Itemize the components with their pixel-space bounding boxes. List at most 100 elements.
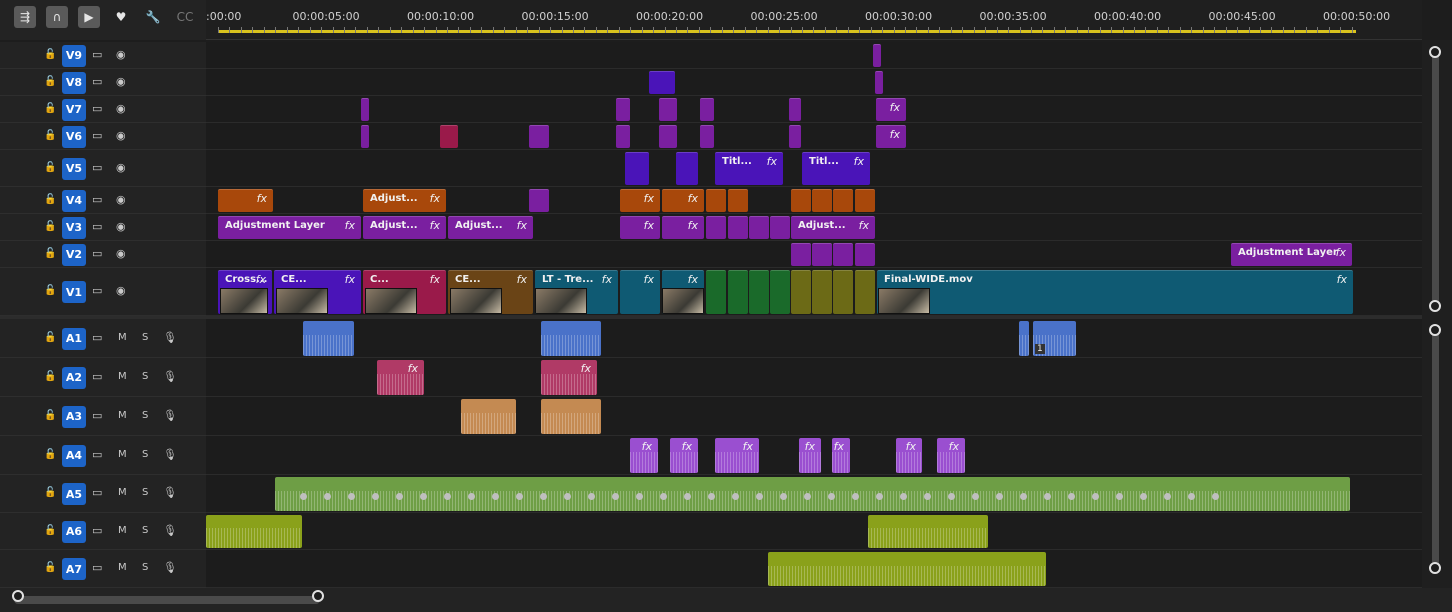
work-area-bar[interactable]	[218, 30, 1356, 33]
lock-icon[interactable]: 🔓	[44, 162, 56, 173]
timeline-clip[interactable]	[770, 270, 790, 314]
timeline-clip[interactable]: CE... fx	[448, 270, 533, 314]
volume-keyframe[interactable]	[828, 493, 835, 500]
volume-keyframe[interactable]	[660, 493, 667, 500]
timeline-clip[interactable]	[303, 321, 354, 356]
track-header-a1[interactable]: 🔓 A1 ▭ M S 🎙	[0, 319, 206, 358]
zoom-handle-left[interactable]	[12, 590, 24, 602]
timeline-clip[interactable]	[768, 552, 1046, 586]
timeline-clip[interactable]: fx	[896, 438, 922, 473]
volume-keyframe[interactable]	[780, 493, 787, 500]
track-lane-a1[interactable]	[206, 319, 1422, 358]
timeline-clip[interactable]: LT - Tre... fx	[535, 270, 618, 314]
track-target-a2[interactable]: A2	[62, 366, 86, 389]
track-header-v9[interactable]: 🔓 V9 ▭ ◉	[0, 42, 206, 69]
timeline-clip[interactable]	[700, 98, 714, 121]
track-target-a7[interactable]: A7	[62, 558, 86, 580]
track-header-v1[interactable]: 🔓 V1 ▭ ◉	[0, 268, 206, 316]
video-scroll-thumb[interactable]	[1432, 46, 1439, 308]
timeline-clip[interactable]	[812, 243, 832, 266]
timeline-clip[interactable]	[873, 44, 881, 67]
timeline-clip[interactable]: Final-WIDE.mov fx	[877, 270, 1353, 314]
timeline-clip[interactable]	[789, 125, 801, 148]
lock-icon[interactable]: 🔓	[44, 76, 56, 87]
timeline-clip[interactable]: fx	[832, 438, 850, 473]
timeline-clip[interactable]	[206, 515, 302, 548]
timeline-clip[interactable]	[833, 189, 853, 212]
volume-keyframe[interactable]	[516, 493, 523, 500]
timeline-clip[interactable]	[749, 270, 769, 314]
solo-button[interactable]: S	[142, 410, 148, 421]
sync-lock-icon[interactable]: ▭	[92, 284, 102, 297]
timeline-clip[interactable]	[1019, 321, 1029, 356]
track-header-a3[interactable]: 🔓 A3 ▭ M S 🎙	[0, 397, 206, 436]
eye-icon[interactable]: ◉	[116, 75, 126, 88]
volume-keyframe[interactable]	[756, 493, 763, 500]
timeline-clip[interactable]	[791, 270, 811, 314]
mute-button[interactable]: M	[118, 487, 127, 498]
track-header-v8[interactable]: 🔓 V8 ▭ ◉	[0, 69, 206, 96]
volume-keyframe[interactable]	[1212, 493, 1219, 500]
eye-icon[interactable]: ◉	[116, 284, 126, 297]
track-target-v6[interactable]: V6	[62, 125, 86, 148]
solo-button[interactable]: S	[142, 332, 148, 343]
time-ruler[interactable]: 00:00:05:00 00:00:10:00 00:00:15:00 00:00:2…	[206, 0, 1422, 40]
track-header-a4[interactable]: 🔓 A4 ▭ M S 🎙	[0, 436, 206, 475]
track-lane-v6[interactable]	[206, 123, 1422, 150]
volume-keyframe[interactable]	[1188, 493, 1195, 500]
horizontal-scrollbar[interactable]	[0, 588, 1452, 612]
volume-keyframe[interactable]	[444, 493, 451, 500]
scroll-handle-bottom[interactable]	[1429, 562, 1441, 574]
timeline-clip[interactable]: fx	[620, 270, 660, 314]
track-header-a7[interactable]: 🔓 A7 ▭ M S 🎙	[0, 550, 206, 588]
volume-keyframe[interactable]	[804, 493, 811, 500]
sync-lock-icon[interactable]: ▭	[92, 161, 102, 174]
solo-button[interactable]: S	[142, 371, 148, 382]
timeline-clip[interactable]: Adjust... fx	[363, 189, 446, 212]
eye-icon[interactable]: ◉	[116, 193, 126, 206]
sync-lock-icon[interactable]: ▭	[92, 48, 102, 61]
timeline-clip[interactable]: Adjustment Layer fx	[218, 216, 361, 239]
timeline-clip[interactable]	[791, 189, 811, 212]
lock-icon[interactable]: 🔓	[44, 103, 56, 114]
track-header-a5[interactable]: 🔓 A5 ▭ M S 🎙	[0, 475, 206, 513]
timeline-clip[interactable]	[361, 125, 369, 148]
lock-icon[interactable]: 🔓	[44, 332, 56, 343]
timeline-clip[interactable]: Adjust... fx	[363, 216, 446, 239]
eye-icon[interactable]: ◉	[116, 48, 126, 61]
volume-keyframe[interactable]	[876, 493, 883, 500]
volume-keyframe[interactable]	[636, 493, 643, 500]
lock-icon[interactable]: 🔓	[44, 194, 56, 205]
track-target-v3[interactable]: V3	[62, 216, 86, 239]
track-target-v9[interactable]: V9	[62, 44, 86, 67]
lock-icon[interactable]: 🔓	[44, 130, 56, 141]
track-lane-a3[interactable]	[206, 397, 1422, 436]
track-target-a1[interactable]: A1	[62, 327, 86, 350]
track-header-v6[interactable]: 🔓 V6 ▭ ◉	[0, 123, 206, 150]
linked-selection-icon[interactable]: ▶	[78, 6, 100, 28]
vertical-scrollbar[interactable]	[1422, 40, 1452, 588]
volume-keyframe[interactable]	[708, 493, 715, 500]
track-target-v1[interactable]: V1	[62, 281, 86, 303]
volume-keyframe[interactable]	[924, 493, 931, 500]
microphone-icon[interactable]: 🎙	[163, 370, 177, 383]
track-header-v4[interactable]: 🔓 V4 ▭ ◉	[0, 187, 206, 214]
lock-icon[interactable]: 🔓	[44, 49, 56, 60]
timeline-clip[interactable]: fx	[620, 189, 660, 212]
timeline-clip[interactable]	[529, 125, 549, 148]
magnet-icon[interactable]: ∩	[46, 6, 68, 28]
timeline-clip[interactable]: fx	[377, 360, 424, 395]
solo-button[interactable]: S	[142, 487, 148, 498]
timeline-clip[interactable]: 1	[1033, 321, 1076, 356]
scroll-handle-top[interactable]	[1429, 46, 1441, 58]
volume-keyframe[interactable]	[852, 493, 859, 500]
solo-button[interactable]: S	[142, 562, 148, 573]
lock-icon[interactable]: 🔓	[44, 562, 56, 573]
timeline-clip[interactable]: fx	[541, 360, 597, 395]
volume-keyframe[interactable]	[540, 493, 547, 500]
track-target-a4[interactable]: A4	[62, 444, 86, 467]
track-target-a6[interactable]: A6	[62, 520, 86, 543]
timeline-clip[interactable]	[833, 243, 853, 266]
sync-lock-icon[interactable]: ▭	[92, 75, 102, 88]
solo-button[interactable]: S	[142, 449, 148, 460]
